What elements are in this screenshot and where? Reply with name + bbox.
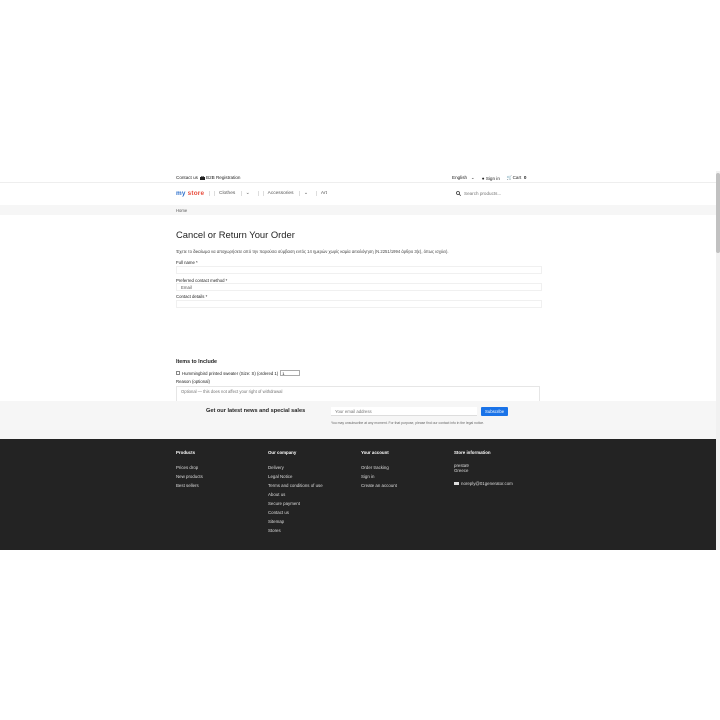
search-icon [456,190,461,196]
contact-method-select[interactable]: Email [176,283,542,291]
contact-details-field[interactable] [176,300,542,308]
footer-link[interactable]: New products [176,472,203,481]
footer-link[interactable]: Stores [268,526,323,535]
footer-heading: Products [176,450,196,455]
newsletter-email-input[interactable] [331,407,477,416]
chevron-down-icon: ⌄ [468,175,475,180]
language-selector[interactable]: English ⌄ [452,175,475,181]
browser-page: Contact us B2B Registration English ⌄ ● … [0,171,716,550]
full-name-field[interactable] [176,266,542,274]
footer-link[interactable]: Prices drop [176,463,203,472]
footer-link[interactable]: Best sellers [176,481,203,490]
sign-in-label: Sign in [485,175,500,181]
logo-my: my [176,190,186,197]
menu-item-art[interactable]: Art [315,191,331,196]
search-input[interactable] [464,190,534,196]
item-quantity-input[interactable] [280,370,301,376]
footer-link[interactable]: Create an account [361,481,397,490]
cart-label: Cart [512,175,522,180]
footer-link[interactable]: Legal Notice [268,472,323,481]
cart-link[interactable]: 🛒Cart 0 [507,175,527,181]
footer-link[interactable]: Secure payment [268,499,323,508]
reason-label: Reason (optional) [176,379,210,384]
user-icon: ● [481,175,485,181]
main-nav: my store Clothes ⌄ Accessories ⌄ Art [0,185,716,204]
footer-link[interactable]: Terms and conditions of use [268,481,323,490]
b2b-registration-link[interactable]: B2B Registration [200,175,240,180]
newsletter-title: Get our latest news and special sales [206,408,306,414]
intro-text: Έχετε το δικαίωμα να αποχωρήσετε από την… [176,249,449,254]
footer-products: Products Prices drop New products Best s… [176,450,203,490]
contact-details-label: Contact details * [176,294,208,299]
footer: Products Prices drop New products Best s… [0,439,716,550]
menu-label: Clothes [214,191,240,196]
footer-link[interactable]: Contact us [268,508,323,517]
contact-us-link[interactable]: Contact us [176,175,198,180]
scrollbar[interactable] [716,171,720,550]
page-title: Cancel or Return Your Order [176,229,295,240]
cart-count: 0 [523,175,527,180]
chevron-down-icon: ⌄ [298,191,312,196]
store-country: Greece [454,468,469,473]
footer-link[interactable]: About us [268,490,323,499]
contact-method-value: Email [181,285,192,290]
menu-item-accessories[interactable]: Accessories ⌄ [257,191,316,196]
b2b-label: B2B Registration [206,175,241,180]
sign-in-link[interactable]: ● Sign in [482,176,500,181]
language-label: English [452,175,468,180]
footer-heading: Store information [454,450,491,455]
items-heading: Items to Include [176,359,218,365]
breadcrumb-home[interactable]: Home [176,208,187,213]
item-row: Hummingbird printed sweater (Size: S) (o… [176,370,301,376]
store-email[interactable]: noreply@01generator.com [454,481,513,486]
store-email-text: noreply@01generator.com [461,481,513,486]
newsletter-section: Get our latest news and special sales Su… [0,401,716,439]
footer-link[interactable]: Order tracking [361,463,397,472]
chevron-down-icon: ⌄ [240,191,254,196]
footer-link[interactable]: Sitemap [268,517,323,526]
logo-store: store [187,190,205,197]
scrollbar-thumb[interactable] [716,173,720,253]
top-bar: Contact us B2B Registration English ⌄ ● … [0,171,716,183]
search-box [456,188,542,198]
footer-company: Our company Delivery Legal Notice Terms … [268,450,323,535]
menu-item-clothes[interactable]: Clothes ⌄ [209,191,258,196]
briefcase-icon [200,175,205,180]
full-name-label: Full name * [176,260,198,265]
item-checkbox[interactable] [176,371,180,375]
footer-store-info: Store information presta9 Greece noreply… [454,450,513,486]
store-logo[interactable]: my store [176,190,204,197]
footer-link[interactable]: Sign in [361,472,397,481]
footer-heading: Our company [268,450,297,455]
item-label: Hummingbird printed sweater (Size: S) (o… [182,370,279,376]
breadcrumb: Home [0,205,716,215]
menu-label: Accessories [262,191,298,196]
envelope-icon [454,481,459,486]
newsletter-note: You may unsubscribe at any moment. For t… [331,421,485,425]
footer-link[interactable]: Delivery [268,463,323,472]
subscribe-button[interactable]: Subscribe [481,407,509,416]
footer-account: Your account Order tracking Sign in Crea… [361,450,397,490]
footer-heading: Your account [361,450,389,455]
